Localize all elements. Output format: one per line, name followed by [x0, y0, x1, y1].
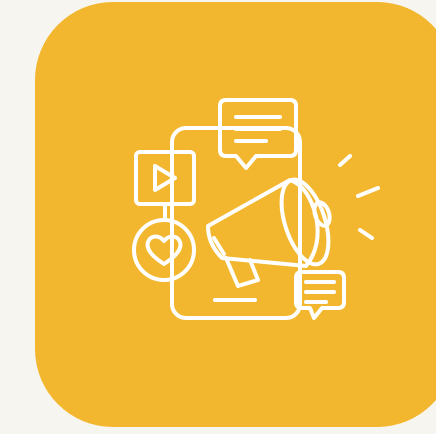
social-media-marketing-icon: [0, 0, 436, 434]
video-play-icon: [134, 150, 196, 222]
app-icon-canvas: [0, 0, 436, 434]
message-icon: [294, 270, 346, 320]
heart-icon: [132, 218, 196, 282]
chat-bubble-icon: [218, 98, 298, 170]
megaphone-icon: [206, 154, 380, 288]
